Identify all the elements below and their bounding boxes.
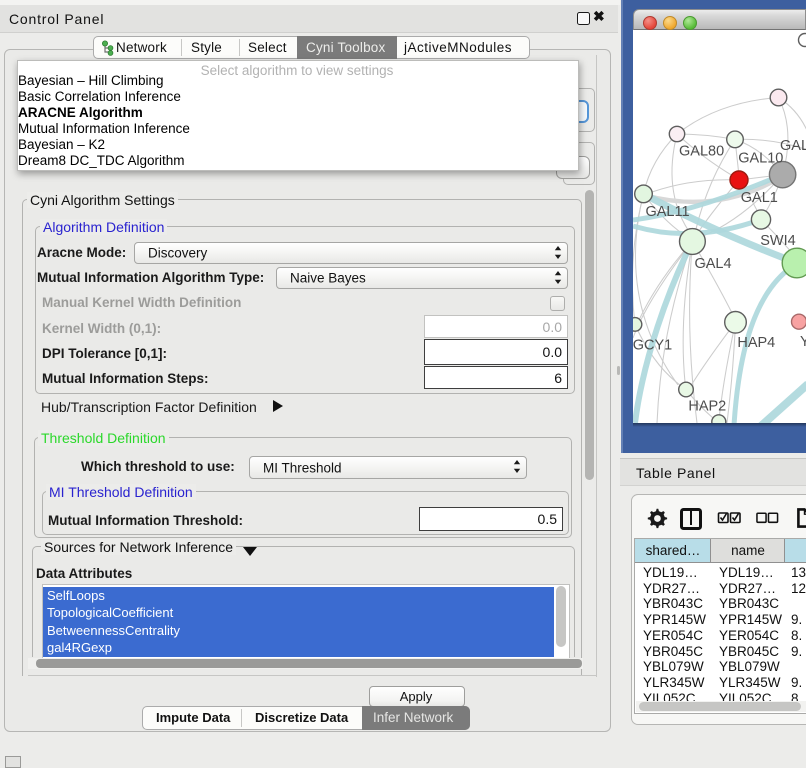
svg-text:SWI4: SWI4 [760,233,795,249]
svg-text:GAL4: GAL4 [694,256,731,272]
svg-text:Y: Y [800,334,806,350]
svg-text:GAL80: GAL80 [679,143,724,159]
svg-text:HAP2: HAP2 [688,399,726,415]
svg-text:GAL10: GAL10 [738,150,783,166]
svg-text:GAL1: GAL1 [741,190,778,206]
svg-text:GAL7: GAL7 [780,138,806,154]
svg-text:GAL11: GAL11 [645,204,689,220]
svg-text:GCY1: GCY1 [633,337,672,353]
svg-text:HAP4: HAP4 [737,335,775,351]
